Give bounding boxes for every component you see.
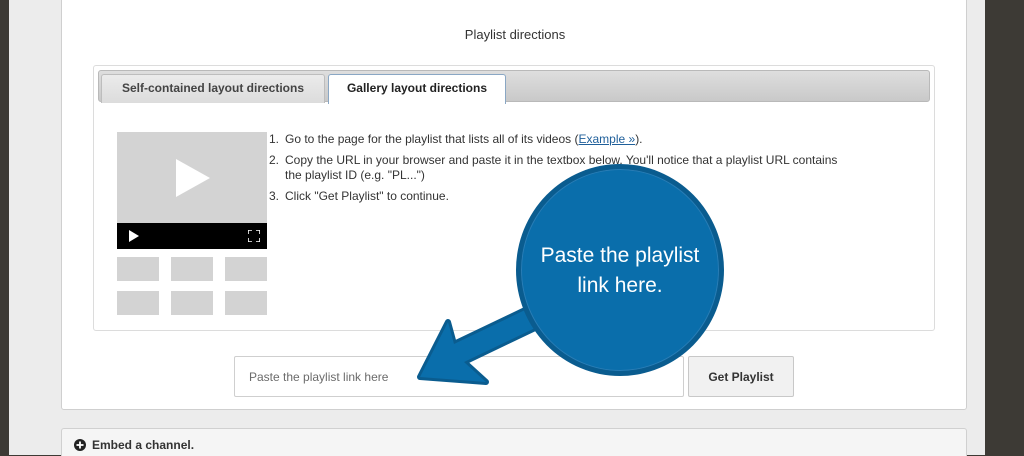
annotation-callout: Paste the playlist link here. xyxy=(516,164,724,376)
callout-arrow xyxy=(417,297,559,385)
callout-line: link here. xyxy=(577,274,663,297)
callout-line: Paste the playlist xyxy=(540,244,700,267)
screenshot-stage: Playlist directions Self-contained layou… xyxy=(0,0,1024,456)
callout-text: Paste the playlist link here. xyxy=(521,241,719,301)
